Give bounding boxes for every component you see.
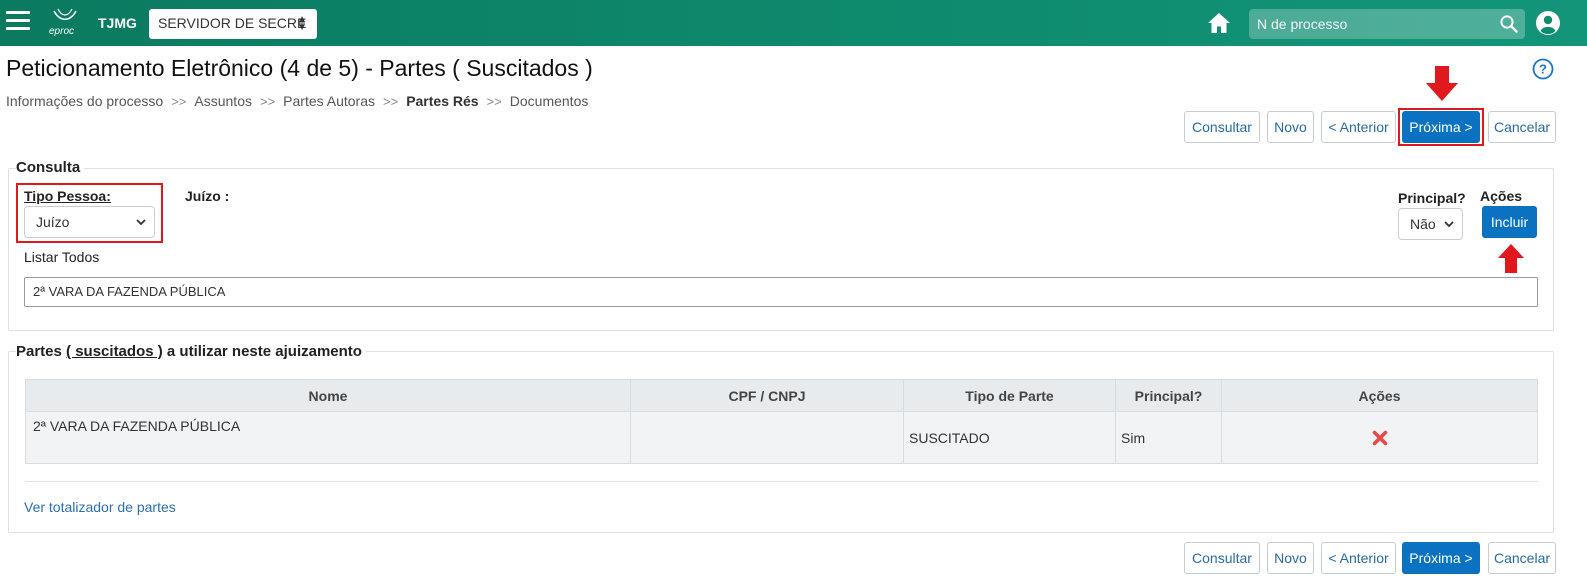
table-header-row: Nome CPF / CNPJ Tipo de Parte Principal?… <box>25 379 1538 412</box>
server-select-value: SERVIDOR DE SECRE <box>158 15 307 31</box>
suscitados-link[interactable]: ( suscitados ) <box>66 343 163 360</box>
juizo-label: Juízo : <box>185 188 230 204</box>
cell-principal: Sim <box>1115 411 1222 464</box>
anterior-button[interactable]: < Anterior <box>1321 111 1396 143</box>
divider <box>25 481 1538 482</box>
breadcrumb-partes-res: Partes Rés <box>406 93 479 109</box>
breadcrumb-info-processo[interactable]: Informações do processo <box>6 93 163 109</box>
principal-select[interactable]: Não <box>1398 208 1463 240</box>
remove-icon[interactable] <box>1372 430 1388 446</box>
partes-legend: Partes ( suscitados ) a utilizar neste a… <box>16 343 366 360</box>
principal-label: Principal? <box>1398 190 1466 206</box>
ver-totalizador-link[interactable]: Ver totalizador de partes <box>24 499 176 515</box>
user-icon[interactable] <box>1535 10 1561 36</box>
tipo-pessoa-highlight <box>16 183 163 243</box>
process-search-input[interactable] <box>1249 9 1479 39</box>
incluir-button[interactable]: Incluir <box>1482 206 1537 238</box>
table-row: 2ª VARA DA FAZENDA PÚBLICA SUSCITADO Sim <box>25 411 1538 464</box>
partes-table: Nome CPF / CNPJ Tipo de Parte Principal?… <box>25 379 1538 464</box>
principal-value: Não <box>1410 216 1436 232</box>
consulta-legend: Consulta <box>16 159 85 176</box>
red-arrow-down-icon <box>1426 66 1458 101</box>
cell-nome: 2ª VARA DA FAZENDA PÚBLICA <box>25 411 631 464</box>
page-title: Peticionamento Eletrônico (4 de 5) - Par… <box>6 55 593 81</box>
col-nome[interactable]: Nome <box>25 379 631 412</box>
breadcrumb-assuntos[interactable]: Assuntos <box>194 93 252 109</box>
breadcrumb-separator: >> <box>259 94 276 109</box>
col-cpf-cnpj[interactable]: CPF / CNPJ <box>630 379 904 412</box>
col-tipo-parte[interactable]: Tipo de Parte <box>903 379 1116 412</box>
eproc-logo[interactable]: eproc <box>46 8 82 40</box>
novo-button[interactable]: Novo <box>1267 111 1314 143</box>
cancelar-button[interactable]: Cancelar <box>1488 111 1556 143</box>
logo-text: eproc <box>49 26 75 37</box>
breadcrumb-separator: >> <box>171 94 187 109</box>
top-navigation-bar: eproc TJMG SERVIDOR DE SECRE ▲ ▼ <box>0 0 1587 46</box>
partes-legend-suffix: a utilizar neste ajuizamento <box>162 343 362 360</box>
org-name: TJMG <box>98 15 137 31</box>
proxima-button[interactable]: Próxima > <box>1402 542 1480 574</box>
home-icon[interactable] <box>1206 10 1232 36</box>
red-arrow-up-icon <box>1498 244 1524 273</box>
acoes-label: Ações <box>1480 188 1523 204</box>
anterior-button[interactable]: < Anterior <box>1321 542 1396 574</box>
breadcrumb: Informações do processo >> Assuntos >> Parte… <box>6 93 588 109</box>
listar-todos-label[interactable]: Listar Todos <box>24 249 99 265</box>
server-select[interactable]: SERVIDOR DE SECRE ▲ ▼ <box>149 9 317 39</box>
bottom-action-buttons: Consultar Novo < Anterior Próxima > Canc… <box>0 542 1587 574</box>
search-icon[interactable] <box>1499 14 1519 34</box>
novo-button[interactable]: Novo <box>1267 542 1314 574</box>
col-acoes: Ações <box>1221 379 1538 412</box>
process-search <box>1249 9 1525 39</box>
cell-acoes <box>1221 411 1538 464</box>
chevron-down-icon <box>1444 221 1454 228</box>
menu-icon[interactable] <box>6 11 30 31</box>
cancelar-button[interactable]: Cancelar <box>1488 542 1556 574</box>
breadcrumb-partes-autoras[interactable]: Partes Autoras <box>283 93 375 109</box>
consultar-button[interactable]: Consultar <box>1184 542 1260 574</box>
proxima-highlight <box>1398 108 1484 146</box>
top-action-buttons: Consultar Novo < Anterior Próxima > Canc… <box>0 111 1587 143</box>
cell-cpf-cnpj <box>630 411 904 464</box>
breadcrumb-documentos[interactable]: Documentos <box>510 93 589 109</box>
breadcrumb-separator: >> <box>383 94 399 109</box>
consultar-button[interactable]: Consultar <box>1184 111 1260 143</box>
cell-tipo: SUSCITADO <box>903 411 1116 464</box>
col-principal[interactable]: Principal? <box>1115 379 1222 412</box>
partes-legend-prefix: Partes <box>16 343 67 360</box>
help-icon[interactable]: ? <box>1532 58 1554 80</box>
svg-text:?: ? <box>1539 62 1547 77</box>
juizo-selected-field[interactable]: 2ª VARA DA FAZENDA PÚBLICA <box>24 277 1538 307</box>
breadcrumb-separator: >> <box>486 94 502 109</box>
sort-icon: ▲ ▼ <box>297 14 307 33</box>
